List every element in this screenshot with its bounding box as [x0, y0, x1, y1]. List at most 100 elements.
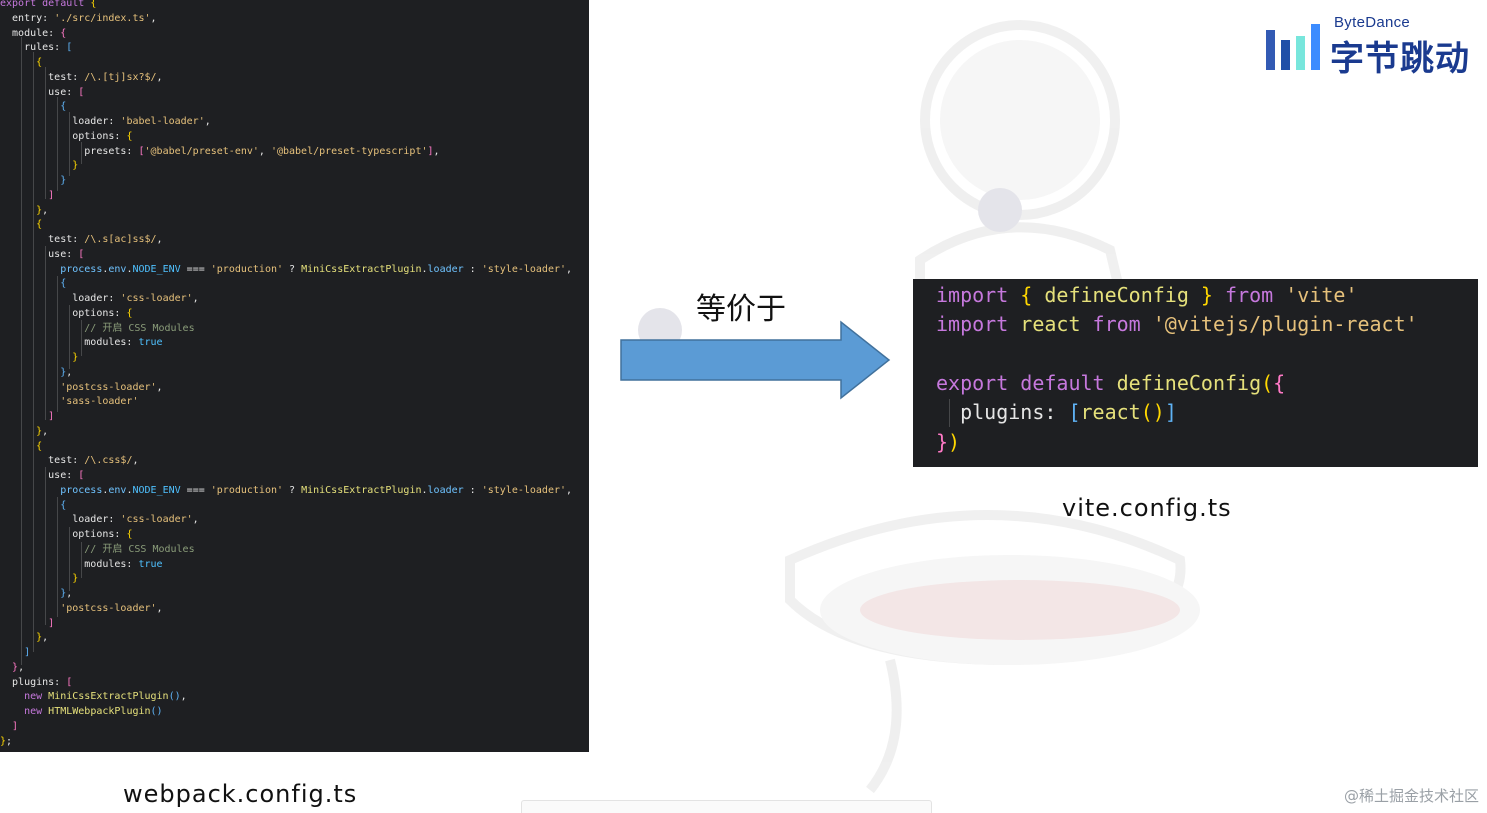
code-line: ]	[0, 645, 30, 660]
code-token: ]	[0, 411, 55, 422]
code-token: {	[1273, 370, 1286, 395]
code-token: :	[463, 263, 482, 275]
logo-chinese-text: 字节跳动	[1330, 39, 1470, 79]
code-line: process.env.NODE_ENV === 'production' ? …	[0, 262, 572, 277]
webpack-config-filename: webpack.config.ts	[123, 780, 358, 808]
code-token: import	[936, 283, 1021, 307]
code-token: process	[0, 263, 103, 275]
code-token: // 开启 CSS Modules	[0, 543, 195, 555]
code-token: true	[138, 337, 163, 349]
code-token: }	[1188, 283, 1213, 307]
code-token: ,	[156, 602, 163, 614]
code-token: {	[0, 101, 67, 113]
code-token: use:	[0, 470, 79, 481]
code-token: {	[0, 440, 43, 452]
code-token: )	[948, 429, 961, 454]
code-line: },	[0, 586, 72, 601]
code-token: {	[0, 57, 43, 68]
code-line: export default defineConfig({	[936, 369, 1285, 398]
code-token: export default	[0, 0, 91, 9]
code-token: [	[78, 86, 85, 98]
code-token: 'vite'	[1285, 283, 1358, 307]
code-token: ()	[1140, 400, 1165, 425]
code-token: ,	[42, 632, 49, 644]
code-token: ,	[66, 588, 73, 599]
code-token: loader	[427, 484, 464, 496]
code-token: }	[0, 175, 67, 186]
code-line: 'postcss-loader',	[0, 380, 163, 395]
code-token: options:	[0, 529, 127, 540]
code-token: ()	[168, 691, 181, 703]
code-token: plugins:	[936, 400, 1069, 425]
code-token: from	[1212, 283, 1286, 307]
code-token: [	[66, 42, 73, 54]
code-token: ,	[156, 381, 163, 393]
code-token: {	[126, 529, 133, 540]
code-token: ()	[150, 706, 163, 717]
code-token: /\.s[ac]ss$/	[84, 234, 157, 245]
code-line: modules: true	[0, 335, 163, 350]
code-line: test: /\.s[ac]ss$/,	[0, 232, 163, 247]
code-token: defineConfig	[1116, 370, 1262, 395]
code-line: {	[0, 439, 42, 454]
code-token: options:	[0, 130, 127, 142]
code-token: modules:	[0, 558, 139, 570]
code-token: }	[0, 352, 79, 363]
code-token: ,	[192, 514, 199, 526]
code-token: NODE_ENV	[132, 484, 181, 496]
code-token: ,	[132, 455, 139, 467]
code-token: }	[0, 204, 43, 216]
code-token: {	[90, 0, 97, 9]
code-token: {	[60, 27, 67, 39]
code-token: ,	[192, 293, 199, 304]
code-token: '@vitejs/plugin-react'	[1152, 312, 1418, 337]
code-token: ,	[566, 484, 573, 496]
code-line: {	[0, 498, 66, 513]
code-token: {	[0, 219, 43, 231]
code-token: HTMLWebpackPlugin	[48, 706, 151, 717]
code-line: use: [	[0, 85, 84, 100]
code-token: ,	[150, 12, 157, 24]
bottom-toolbar-edge	[521, 800, 932, 813]
code-token: module:	[0, 27, 61, 39]
code-line: use: [	[0, 468, 84, 483]
code-line: // 开启 CSS Modules	[0, 542, 195, 557]
code-token: from	[1080, 312, 1153, 337]
code-token: use:	[0, 86, 79, 98]
code-line: {	[0, 55, 42, 70]
code-token: NODE_ENV	[132, 263, 181, 275]
code-token: ,	[180, 691, 187, 703]
code-token: ?	[283, 263, 302, 275]
code-line: plugins: [react()]	[936, 398, 1177, 427]
code-token: {	[1020, 283, 1045, 307]
code-line: options: {	[0, 527, 132, 542]
code-token: }	[936, 429, 949, 454]
code-line: 'postcss-loader',	[0, 601, 163, 616]
code-token: test:	[0, 455, 85, 467]
bytedance-logo: ByteDance 字节跳动	[1264, 14, 1479, 79]
code-token: MiniCssExtractPlugin	[301, 484, 422, 496]
code-line: 'sass-loader'	[0, 394, 138, 409]
code-token: '@babel/preset-env'	[144, 145, 259, 157]
code-token: export default	[936, 370, 1117, 395]
code-line: {	[0, 276, 66, 291]
code-line: },	[0, 660, 24, 675]
code-line: test: /\.css$/,	[0, 453, 139, 468]
code-token: ,	[18, 661, 25, 673]
code-token: }	[0, 160, 79, 172]
code-token: ,	[156, 71, 163, 83]
code-token: new	[0, 706, 49, 717]
code-token: 'css-loader'	[120, 293, 193, 304]
code-token: ,	[204, 116, 211, 127]
code-token: [	[1068, 400, 1081, 425]
code-line: test: /\.[tj]sx?$/,	[0, 70, 163, 85]
code-token: ,	[156, 234, 163, 245]
logo-english-text: ByteDance	[1334, 14, 1411, 31]
code-token: }	[0, 632, 43, 644]
code-token: presets:	[0, 145, 139, 157]
code-line: import react from '@vitejs/plugin-react'	[936, 310, 1418, 339]
code-token: /\.[tj]sx?$/	[84, 71, 157, 83]
code-token: '@babel/preset-typescript'	[270, 145, 428, 157]
code-line: ]	[0, 188, 54, 203]
code-token: 'production'	[210, 263, 284, 275]
